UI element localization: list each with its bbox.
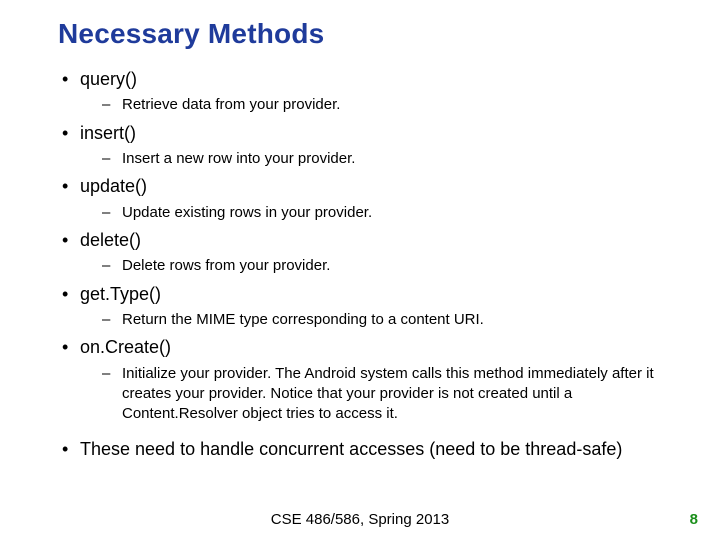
method-name: update() — [80, 176, 147, 196]
method-desc: Insert a new row into your provider. — [102, 149, 680, 169]
method-item: query() Retrieve data from your provider… — [58, 68, 680, 116]
method-desc-list: Retrieve data from your provider. — [80, 95, 680, 115]
footer-text: CSE 486/586, Spring 2013 — [0, 511, 720, 528]
method-desc-list: Update existing rows in your provider. — [80, 203, 680, 223]
summary-bullet: These need to handle concurrent accesses… — [58, 438, 680, 461]
method-name: delete() — [80, 230, 141, 250]
method-item: delete() Delete rows from your provider. — [58, 229, 680, 277]
page-number: 8 — [690, 511, 698, 528]
bullet-list: query() Retrieve data from your provider… — [58, 68, 680, 462]
slide: Necessary Methods query() Retrieve data … — [0, 0, 720, 540]
method-item: insert() Insert a new row into your prov… — [58, 122, 680, 170]
method-desc: Update existing rows in your provider. — [102, 203, 680, 223]
method-name: insert() — [80, 123, 136, 143]
method-name: on.Create() — [80, 337, 171, 357]
method-item: get.Type() Return the MIME type correspo… — [58, 283, 680, 331]
method-desc-list: Delete rows from your provider. — [80, 256, 680, 276]
slide-title: Necessary Methods — [58, 18, 680, 50]
method-desc: Retrieve data from your provider. — [102, 95, 680, 115]
method-desc: Delete rows from your provider. — [102, 256, 680, 276]
method-name: query() — [80, 69, 137, 89]
method-desc-list: Return the MIME type corresponding to a … — [80, 310, 680, 330]
method-desc-list: Initialize your provider. The Android sy… — [80, 364, 680, 425]
summary-text: These need to handle concurrent accesses… — [80, 439, 622, 459]
method-item: on.Create() Initialize your provider. Th… — [58, 336, 680, 424]
method-item: update() Update existing rows in your pr… — [58, 175, 680, 223]
method-desc-list: Insert a new row into your provider. — [80, 149, 680, 169]
method-name: get.Type() — [80, 284, 161, 304]
method-desc: Initialize your provider. The Android sy… — [102, 364, 680, 425]
method-desc: Return the MIME type corresponding to a … — [102, 310, 680, 330]
